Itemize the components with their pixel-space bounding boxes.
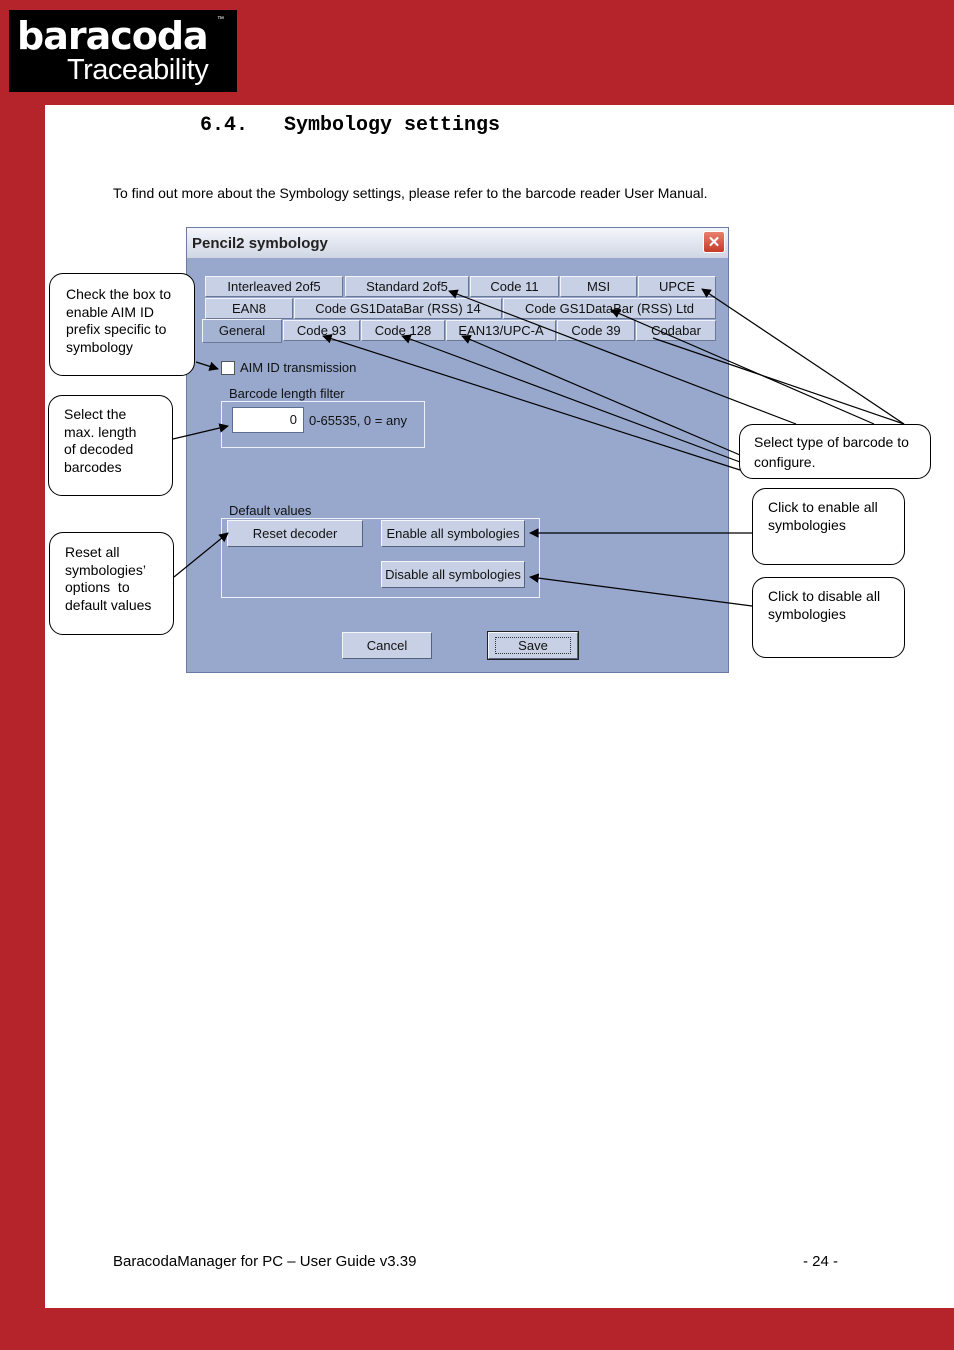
arrow-codabar [652,337,905,425]
arrow-code93 [322,334,741,471]
arrow-gs1ltd [610,309,875,425]
arrow-standard2of5 [448,289,797,425]
callout-arrows [172,288,905,607]
arrow-upce [701,288,905,425]
arrow-aim [195,361,219,371]
arrow-length [172,423,229,440]
page-number: - 24 - [803,1253,839,1270]
arrow-code128 [401,334,741,463]
arrow-disable [529,573,753,607]
arrow-reset [173,532,229,578]
footer-title: BaracodaManager for PC – User Guide v3.3… [113,1253,417,1270]
